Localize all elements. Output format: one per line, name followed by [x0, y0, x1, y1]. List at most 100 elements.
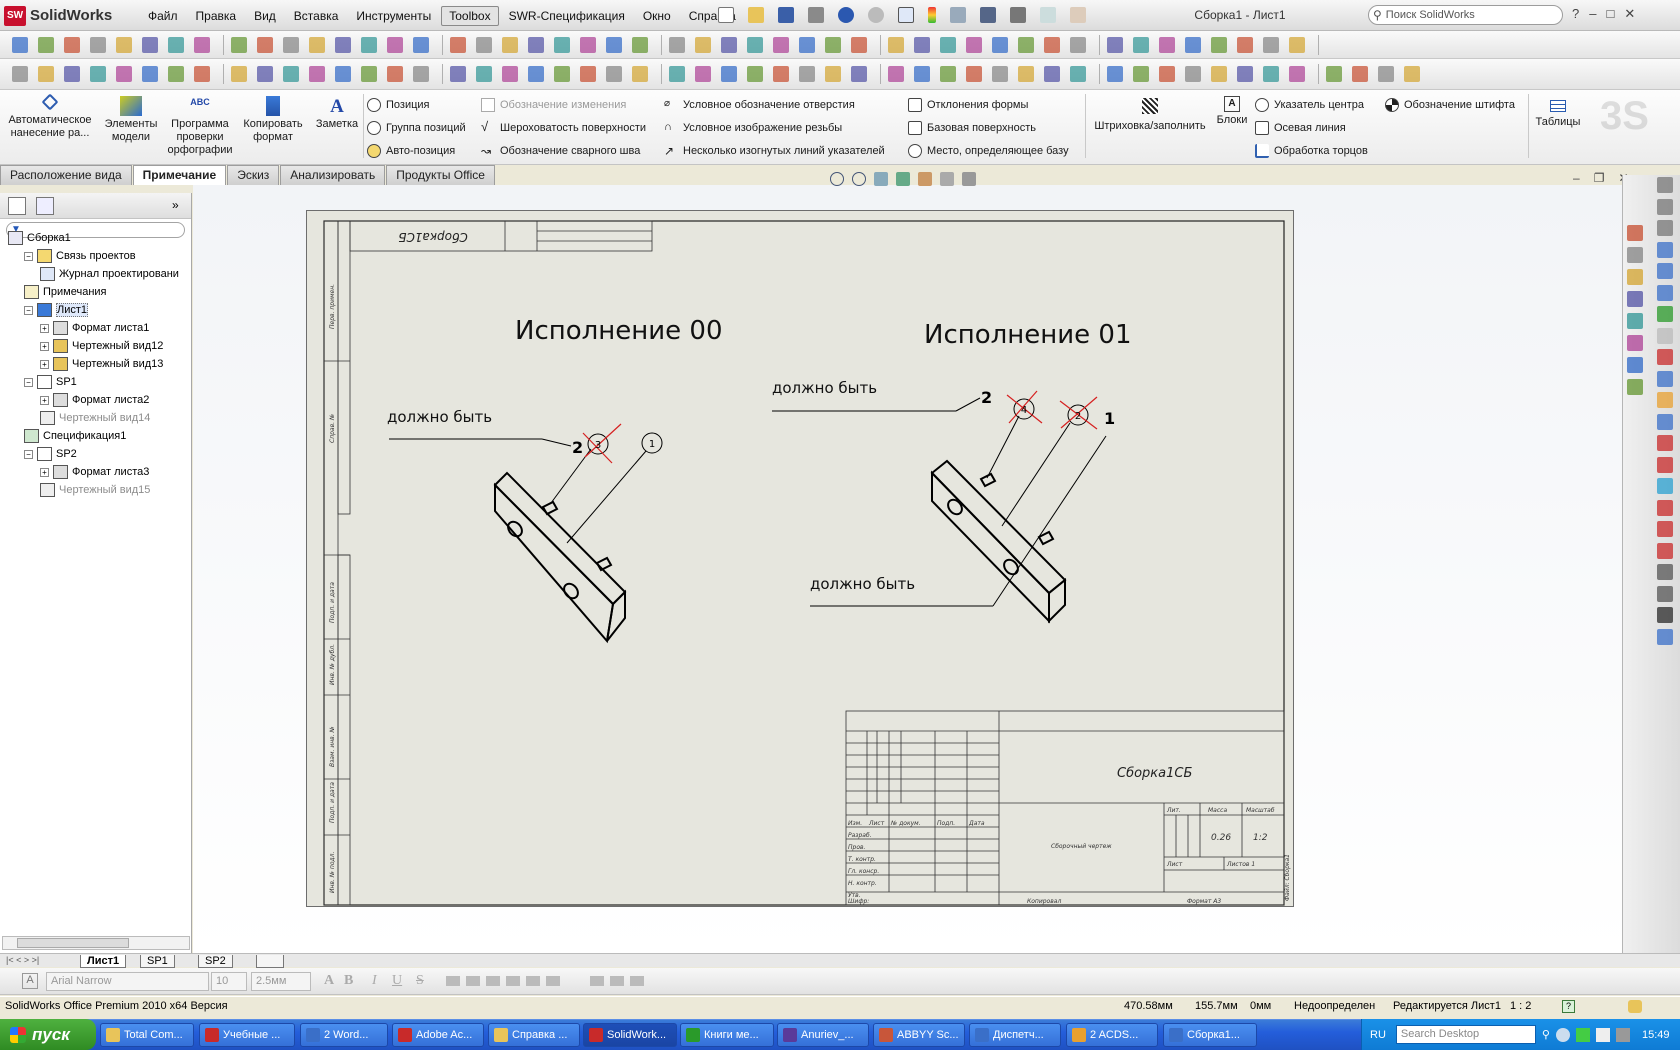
expand-toggle-icon[interactable]: +	[40, 323, 49, 333]
macro-tool-icon[interactable]	[1657, 306, 1673, 322]
design-journal-node[interactable]: Журнал проектировани	[40, 267, 179, 281]
feature-manager-tab-icon[interactable]	[8, 197, 26, 215]
property-manager-tab-icon[interactable]	[36, 197, 54, 215]
doc-minimize-icon[interactable]: –	[1573, 171, 1580, 185]
font-size-select[interactable]: 10	[211, 972, 247, 991]
tab-office-products[interactable]: Продукты Office	[386, 165, 495, 185]
section-view-icon[interactable]	[747, 36, 763, 53]
italic-icon[interactable]: I	[372, 973, 377, 989]
view-orientation-icon[interactable]	[992, 36, 1008, 53]
rectangle-icon[interactable]	[476, 66, 492, 82]
macro-tool-icon[interactable]	[1657, 435, 1673, 451]
multi-jog-leader-button[interactable]: ↗ Несколько изогнутых линий указателей	[664, 144, 885, 158]
document-recovery-icon[interactable]	[1627, 379, 1643, 395]
end-treatment-button[interactable]: Обработка торцов	[1255, 144, 1368, 158]
macro-tool-icon[interactable]	[1657, 564, 1673, 580]
taskbar-button[interactable]: Справка ...	[488, 1023, 580, 1047]
point-icon[interactable]	[142, 66, 158, 82]
appearance-icon[interactable]	[413, 36, 429, 53]
zoom-icon[interactable]	[231, 36, 247, 53]
point-icon[interactable]	[361, 66, 377, 82]
taskbar-button[interactable]: Anuriev_...	[777, 1023, 869, 1047]
appearance-icon[interactable]	[1289, 36, 1305, 53]
trim-icon[interactable]	[1263, 66, 1279, 82]
home-icon[interactable]	[1627, 225, 1643, 241]
rotate-icon[interactable]	[1133, 36, 1149, 53]
taskbar-button[interactable]: Сборка1...	[1163, 1023, 1257, 1047]
drawing-sheet[interactable]: Перв. примен. Справ. № Подп. и дата Инв.…	[306, 210, 1294, 907]
annotations-node[interactable]: Примечания	[24, 285, 107, 299]
view-orientation-icon[interactable]	[554, 36, 570, 53]
spline-icon[interactable]	[1211, 66, 1227, 82]
section-view-icon[interactable]	[1185, 36, 1201, 53]
pan-icon[interactable]	[64, 36, 80, 53]
point-icon[interactable]	[1018, 66, 1034, 82]
pan-icon[interactable]	[721, 36, 737, 53]
macro-tool-icon[interactable]	[1657, 241, 1673, 258]
spline-icon[interactable]	[992, 66, 1008, 82]
macro-tool-icon[interactable]	[1657, 521, 1673, 537]
datum-target-button[interactable]: Место, определяющее базу	[908, 144, 1069, 158]
point-icon[interactable]	[1237, 66, 1253, 82]
appearances-icon[interactable]	[1627, 313, 1643, 329]
display-mode-icon[interactable]	[361, 36, 377, 53]
center-mark-button[interactable]: Указатель центра	[1255, 98, 1364, 112]
datum-feature-button[interactable]: Базовая поверхность	[908, 121, 1036, 135]
sheet-node[interactable]: − SP1	[24, 375, 77, 389]
macro-tool-icon[interactable]	[1657, 263, 1673, 279]
macro-tool-icon[interactable]	[1657, 370, 1673, 387]
line-icon[interactable]	[669, 66, 685, 82]
copy-icon[interactable]	[1040, 7, 1056, 23]
line-icon[interactable]	[888, 66, 904, 82]
auto-dimension-button[interactable]: Автоматическое нанесение ра...	[8, 93, 92, 140]
tray-icon[interactable]	[1615, 1027, 1630, 1042]
doc-restore-icon[interactable]: ❐	[1594, 171, 1605, 185]
design-library-icon[interactable]	[1627, 247, 1643, 263]
macro-tool-icon[interactable]	[1657, 220, 1673, 236]
hide-show-icon[interactable]	[825, 36, 841, 53]
pan-icon[interactable]	[283, 36, 299, 53]
hide-show-icon[interactable]	[387, 36, 403, 53]
sheet-tab-sp2[interactable]: SP2	[198, 955, 233, 968]
rectangle-icon[interactable]	[1133, 66, 1149, 82]
view-orientation-icon[interactable]	[773, 36, 789, 53]
macro-tool-icon[interactable]	[1657, 413, 1673, 430]
close-icon[interactable]: ✕	[1624, 6, 1635, 22]
indent-icons[interactable]	[590, 976, 650, 986]
trim-icon[interactable]	[825, 66, 841, 82]
circle-icon[interactable]	[1378, 66, 1394, 82]
section-view-icon[interactable]	[90, 36, 106, 53]
macro-tool-icon[interactable]	[1657, 327, 1673, 344]
expand-toggle-icon[interactable]: +	[40, 359, 49, 369]
help-question-icon[interactable]: ?	[1562, 1000, 1575, 1013]
solidworks-logo[interactable]: SW SolidWorks	[4, 4, 112, 27]
mirror-icon[interactable]	[632, 66, 648, 82]
pan-icon[interactable]	[1159, 36, 1175, 53]
sheet-tab-1[interactable]: Лист1	[80, 955, 127, 968]
expand-chevron-icon[interactable]: »	[172, 198, 179, 212]
balloon-button[interactable]: Позиция	[367, 98, 430, 112]
zoom-icon[interactable]	[1107, 36, 1123, 53]
cosmetic-thread-button[interactable]: ∩ Условное изображение резьбы	[664, 121, 842, 135]
drawing-view-node[interactable]: + Чертежный вид13	[40, 357, 163, 371]
desktop-search-input[interactable]: Search Desktop	[1395, 1025, 1536, 1044]
taskbar-button[interactable]: Total Com...	[100, 1023, 194, 1047]
zoom-icon[interactable]	[669, 36, 685, 53]
menu-toolbox[interactable]: Toolbox	[441, 6, 499, 26]
tab-annotation[interactable]: Примечание	[132, 165, 227, 185]
sheet-nav-arrows[interactable]: |< < > >|	[6, 955, 39, 965]
menu-view[interactable]: Вид	[246, 6, 284, 26]
appearance-icon[interactable]	[194, 36, 210, 53]
rectangle-icon[interactable]	[695, 66, 711, 82]
line-icon[interactable]	[1326, 66, 1342, 82]
note-button[interactable]: A Заметка	[313, 96, 361, 131]
tray-icon[interactable]	[1555, 1027, 1570, 1042]
menu-edit[interactable]: Правка	[188, 6, 245, 26]
menu-window[interactable]: Окно	[635, 6, 679, 26]
solidworks-resources-icon[interactable]	[1627, 357, 1643, 373]
drawing-view-node[interactable]: + Чертежный вид12	[40, 339, 163, 353]
display-style-icon[interactable]	[940, 172, 954, 186]
arc-icon[interactable]	[309, 66, 325, 82]
font-name-select[interactable]: Arial Narrow	[46, 972, 209, 991]
rotate-icon[interactable]	[38, 36, 54, 53]
